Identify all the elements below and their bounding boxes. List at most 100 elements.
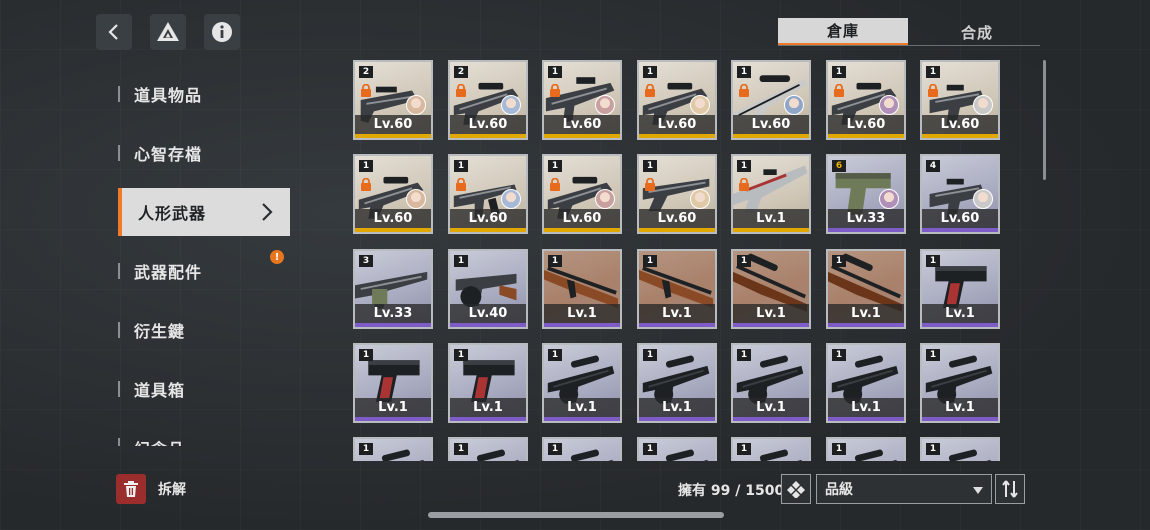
sidebar-item-4[interactable]: 衍生鍵 xyxy=(118,306,290,354)
stack-count: 1 xyxy=(832,66,846,78)
weapon-card[interactable]: 1Lv.1 xyxy=(731,437,811,461)
weapon-card[interactable]: 1Lv.1 xyxy=(920,343,1000,423)
sidebar-item-marker xyxy=(118,322,120,338)
weapon-card[interactable]: 1 Lv.60 xyxy=(448,154,528,234)
weapon-card[interactable]: 1 Lv.60 xyxy=(542,60,622,140)
weapon-level: Lv.1 xyxy=(828,304,904,323)
sidebar-item-2[interactable]: 人形武器 xyxy=(118,188,290,236)
weapon-card[interactable]: 1 Lv.60 xyxy=(353,154,433,234)
info-button[interactable] xyxy=(204,14,240,50)
weapon-level: Lv.33 xyxy=(828,209,904,228)
weapon-card[interactable]: 1Lv.1 xyxy=(637,437,717,461)
sidebar-item-label: 武器配件 xyxy=(134,263,203,282)
weapon-card[interactable]: 1Lv.1 xyxy=(920,249,1000,329)
weapon-level: Lv.1 xyxy=(828,398,904,417)
stack-count: 2 xyxy=(454,66,468,78)
rarity-bar xyxy=(544,323,620,327)
weapon-level: Lv.60 xyxy=(355,115,431,134)
lock-icon xyxy=(550,178,560,191)
weapon-card[interactable]: 1Lv.1 xyxy=(542,343,622,423)
sidebar-item-3[interactable]: 武器配件 xyxy=(118,247,290,295)
weapon-card[interactable]: 1 Lv.60 xyxy=(637,154,717,234)
weapon-card[interactable]: 1Lv.1 xyxy=(448,437,528,461)
back-button[interactable] xyxy=(96,14,132,50)
grid-scrollbar[interactable] xyxy=(1043,60,1046,180)
rarity-bar xyxy=(922,134,998,138)
weapon-card[interactable]: 1Lv.1 xyxy=(637,343,717,423)
weapon-card[interactable]: 1 Lv.60 xyxy=(542,154,622,234)
weapon-level: Lv.60 xyxy=(544,115,620,134)
weapon-level: Lv.1 xyxy=(733,398,809,417)
sidebar-item-label: 道具物品 xyxy=(134,86,203,105)
weapon-card[interactable]: 1 Lv.60 xyxy=(826,60,906,140)
weapon-level: Lv.40 xyxy=(450,304,526,323)
sidebar-item-5[interactable]: 道具箱 xyxy=(118,365,290,413)
weapon-level: Lv.33 xyxy=(355,304,431,323)
weapon-card[interactable]: 1Lv.1 xyxy=(826,249,906,329)
stack-count: 1 xyxy=(454,160,468,172)
weapon-card[interactable]: 1Lv.1 xyxy=(353,343,433,423)
trash-icon xyxy=(124,481,138,497)
rarity-bar xyxy=(639,134,715,138)
weapon-card[interactable]: 1Lv.1 xyxy=(920,437,1000,461)
info-icon xyxy=(212,22,232,42)
weapon-level: Lv.60 xyxy=(355,209,431,228)
weapon-card[interactable]: 3 Lv.33 xyxy=(353,249,433,329)
rarity-bar xyxy=(544,134,620,138)
stack-count: 1 xyxy=(832,443,846,455)
weapon-card[interactable]: 2 Lv.60 xyxy=(353,60,433,140)
weapon-level: Lv.1 xyxy=(733,209,809,228)
weapon-card[interactable]: 1 Lv.60 xyxy=(731,60,811,140)
weapon-card[interactable]: 1 Lv.1 xyxy=(731,343,811,423)
weapon-level: Lv.60 xyxy=(733,115,809,134)
weapon-card[interactable]: 1 Lv.60 xyxy=(637,60,717,140)
lock-icon xyxy=(456,178,466,191)
rarity-bar xyxy=(733,417,809,421)
weapon-card[interactable]: 6 Lv.33 xyxy=(826,154,906,234)
rarity-bar xyxy=(355,417,431,421)
weapon-card[interactable]: 1Lv.1 xyxy=(542,249,622,329)
weapon-card[interactable]: 1Lv.1 xyxy=(637,249,717,329)
weapon-card[interactable]: 1Lv.1 xyxy=(353,437,433,461)
stack-count: 1 xyxy=(359,443,373,455)
alert-badge: ! xyxy=(270,250,284,264)
sidebar-item-1[interactable]: 心智存檔 xyxy=(118,129,290,177)
weapon-level: Lv.60 xyxy=(922,115,998,134)
weapon-card[interactable]: 1Lv.1 xyxy=(448,343,528,423)
owner-avatar xyxy=(690,189,710,209)
stack-count: 1 xyxy=(737,349,751,361)
rarity-bar xyxy=(544,228,620,232)
stack-count: 1 xyxy=(548,349,562,361)
rarity-bar xyxy=(544,417,620,421)
owner-avatar xyxy=(595,95,615,115)
weapon-card[interactable]: 1 Lv.40 xyxy=(448,249,528,329)
sidebar-item-6[interactable]: 紀念品 xyxy=(118,424,290,446)
weapon-card[interactable]: 4 Lv.60 xyxy=(920,154,1000,234)
sort-order-button[interactable] xyxy=(995,474,1025,504)
logo-button[interactable] xyxy=(150,14,186,50)
stack-count: 1 xyxy=(643,66,657,78)
weapon-card[interactable]: 1Lv.1 xyxy=(731,154,811,234)
filter-icon xyxy=(787,481,805,498)
weapon-card[interactable]: 1Lv.1 xyxy=(542,437,622,461)
filter-button[interactable] xyxy=(781,474,811,504)
tab-synthesis[interactable]: 合成 xyxy=(912,18,1042,46)
weapon-card[interactable]: 1Lv.1 xyxy=(826,437,906,461)
dismantle-label[interactable]: 拆解 xyxy=(158,479,186,499)
rarity-bar xyxy=(639,228,715,232)
rarity-bar xyxy=(733,323,809,327)
sidebar-item-0[interactable]: 道具物品 xyxy=(118,70,290,118)
sidebar-item-marker xyxy=(118,86,120,102)
home-indicator xyxy=(428,512,724,518)
weapon-card[interactable]: 1Lv.1 xyxy=(731,249,811,329)
tab-warehouse[interactable]: 倉庫 xyxy=(778,18,908,46)
weapon-card[interactable]: 1 Lv.60 xyxy=(920,60,1000,140)
weapon-card[interactable]: 1Lv.1 xyxy=(826,343,906,423)
dismantle-button[interactable] xyxy=(116,474,146,504)
weapon-card[interactable]: 2 Lv.60 xyxy=(448,60,528,140)
rarity-bar xyxy=(450,228,526,232)
lock-icon xyxy=(834,84,844,97)
sort-select[interactable]: 品級 xyxy=(816,474,992,504)
owner-avatar xyxy=(879,189,899,209)
weapon-level: Lv.1 xyxy=(639,398,715,417)
